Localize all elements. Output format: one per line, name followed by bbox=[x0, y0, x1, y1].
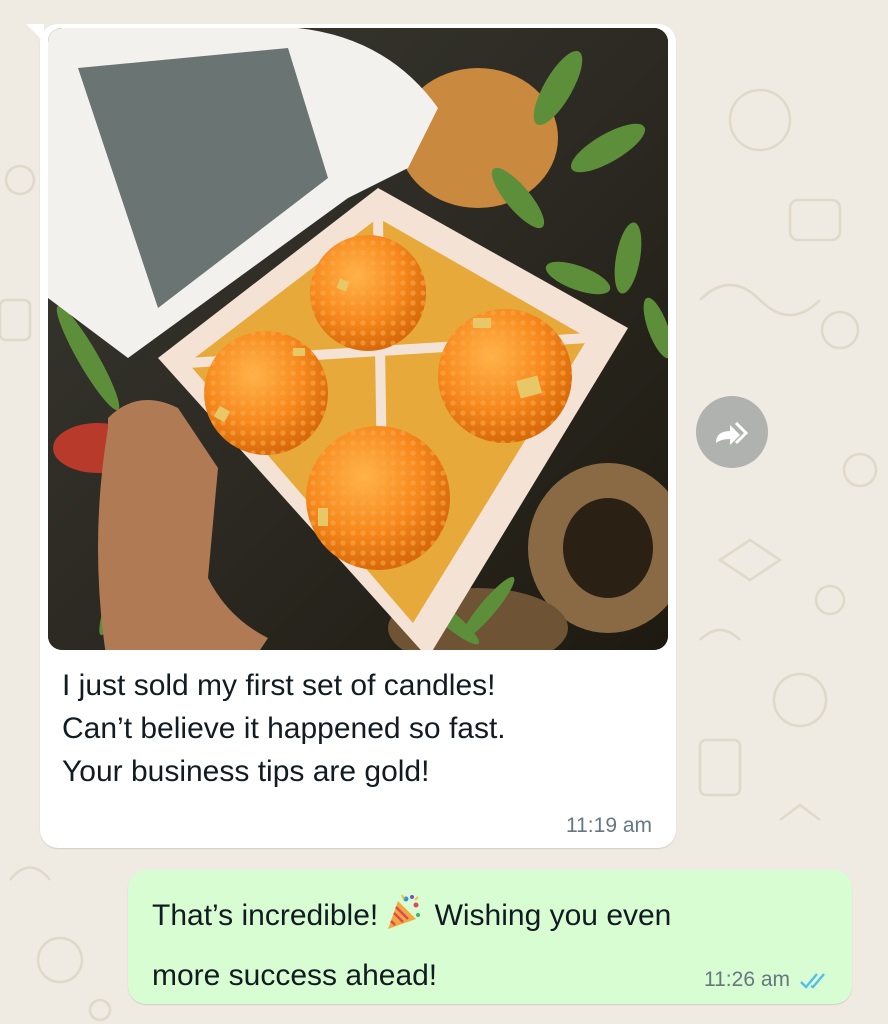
party-popper-icon bbox=[388, 894, 421, 929]
candles-photo-illustration bbox=[48, 28, 668, 650]
message-timestamp: 11:19 am bbox=[566, 814, 652, 837]
outgoing-message-bubble[interactable]: That’s incredible! Wishing you even more… bbox=[128, 870, 852, 1004]
incoming-message-text: I just sold my first set of candles! Can… bbox=[62, 664, 642, 793]
message-photo[interactable] bbox=[48, 28, 668, 650]
message-line: Your business tips are gold! bbox=[62, 755, 430, 788]
bubble-tail bbox=[26, 24, 44, 42]
message-line: Can’t believe it happened so fast. bbox=[62, 712, 506, 745]
message-text-part: Wishing you even bbox=[434, 899, 672, 932]
forward-button[interactable] bbox=[696, 396, 768, 468]
read-receipt-icon bbox=[800, 973, 825, 989]
party-popper-emoji bbox=[382, 893, 422, 950]
message-timestamp: 11:26 am bbox=[704, 968, 790, 991]
forward-icon bbox=[716, 421, 749, 445]
incoming-message-bubble[interactable]: I just sold my first set of candles! Can… bbox=[26, 24, 676, 848]
message-line-1: That’s incredible! Wishing you even bbox=[152, 890, 812, 950]
message-line: I just sold my first set of candles! bbox=[62, 669, 496, 702]
message-text-part: That’s incredible! bbox=[152, 899, 379, 932]
